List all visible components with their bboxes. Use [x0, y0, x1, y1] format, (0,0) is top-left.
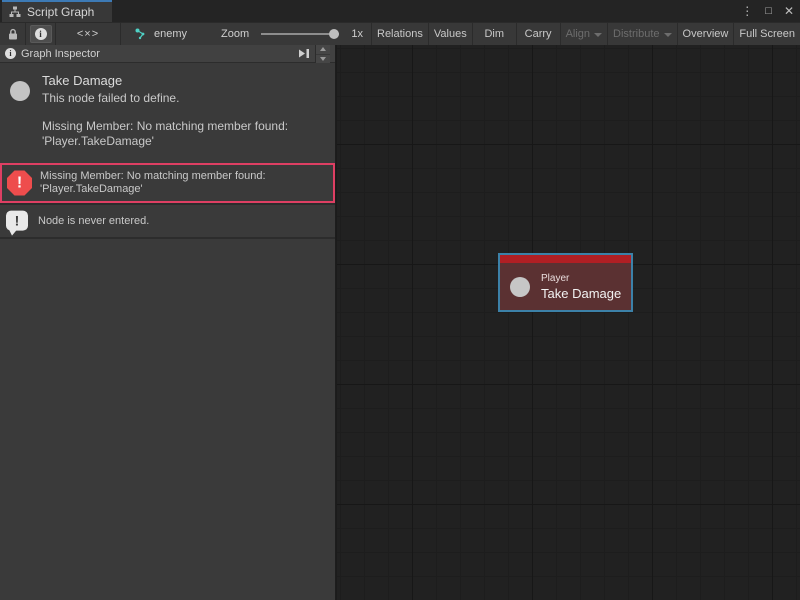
node-status-text: This node failed to define.	[42, 91, 323, 105]
relations-button[interactable]: Relations	[372, 23, 429, 45]
node-error-detail: Missing Member: No matching member found…	[42, 119, 323, 149]
graph-breadcrumb-zoom-segment: enemy Zoom 1x	[121, 23, 372, 45]
tab-script-graph[interactable]: Script Graph	[2, 0, 112, 22]
lock-button[interactable]	[0, 23, 26, 45]
align-dropdown: Align	[561, 23, 608, 45]
unit-icon	[510, 277, 530, 297]
code-view-button[interactable]: <×>	[56, 23, 121, 45]
kebab-menu-icon[interactable]: ⋮	[741, 0, 753, 22]
values-button[interactable]: Values	[429, 23, 473, 45]
graph-inspector-header: i Graph Inspector	[0, 45, 335, 63]
distribute-dropdown: Distribute	[608, 23, 677, 45]
breadcrumb-graph-name[interactable]: enemy	[154, 28, 187, 40]
warning-message-row: ! Node is never entered.	[0, 203, 335, 239]
error-icon: !	[7, 171, 32, 196]
dock-panel-icon[interactable]	[298, 48, 311, 59]
chevron-down-icon	[594, 33, 602, 37]
maximize-icon[interactable]: □	[765, 0, 772, 22]
inspector-toggle-button[interactable]: i	[26, 23, 56, 45]
zoom-slider-knob[interactable]	[329, 29, 339, 39]
dim-button[interactable]: Dim	[473, 23, 517, 45]
tab-label: Script Graph	[27, 5, 94, 19]
zoom-label: Zoom	[221, 28, 249, 40]
panel-scroll-spinner	[315, 45, 330, 63]
close-icon[interactable]: ✕	[784, 0, 794, 22]
script-graph-icon	[9, 6, 21, 18]
graph-icon	[135, 28, 148, 40]
node-error-header-bar	[500, 255, 631, 263]
graph-toolbar: i <×> enemy Zoom 1x Relations Values Dim…	[0, 22, 800, 45]
node-title: Take Damage	[42, 73, 323, 88]
unit-icon	[10, 81, 30, 101]
inspector-title: Graph Inspector	[21, 48, 100, 60]
graph-canvas[interactable]: Player Take Damage	[337, 45, 800, 600]
graph-inspector-panel: i Graph Inspector Take Damage This node …	[0, 45, 336, 600]
zoom-slider[interactable]	[261, 29, 339, 39]
code-icon: <×>	[77, 28, 99, 40]
overview-button[interactable]: Overview	[678, 23, 735, 45]
chevron-down-icon	[664, 33, 672, 37]
error-message-row: ! Missing Member: No matching member fou…	[0, 163, 335, 203]
chevron-up-icon	[320, 47, 326, 51]
lock-icon	[7, 28, 19, 41]
scroll-up-button[interactable]	[316, 45, 330, 54]
scroll-down-button[interactable]	[316, 54, 330, 63]
node-title: Take Damage	[541, 286, 621, 301]
node-summary-section: Take Damage This node failed to define. …	[0, 63, 335, 163]
window-titlebar: Script Graph ⋮ □ ✕	[0, 0, 800, 22]
chevron-down-icon	[320, 57, 326, 61]
info-icon: i	[5, 48, 16, 59]
carry-button[interactable]: Carry	[517, 23, 561, 45]
info-icon: i	[35, 28, 47, 40]
take-damage-node[interactable]: Player Take Damage	[498, 253, 633, 312]
window-controls: ⋮ □ ✕	[741, 0, 794, 22]
zoom-value: 1x	[351, 28, 363, 40]
warning-bubble-icon: !	[6, 211, 28, 231]
full-screen-button[interactable]: Full Screen	[734, 23, 800, 45]
node-category: Player	[541, 273, 621, 284]
toolbar-buttons: Relations Values Dim Carry Align Distrib…	[372, 23, 800, 45]
